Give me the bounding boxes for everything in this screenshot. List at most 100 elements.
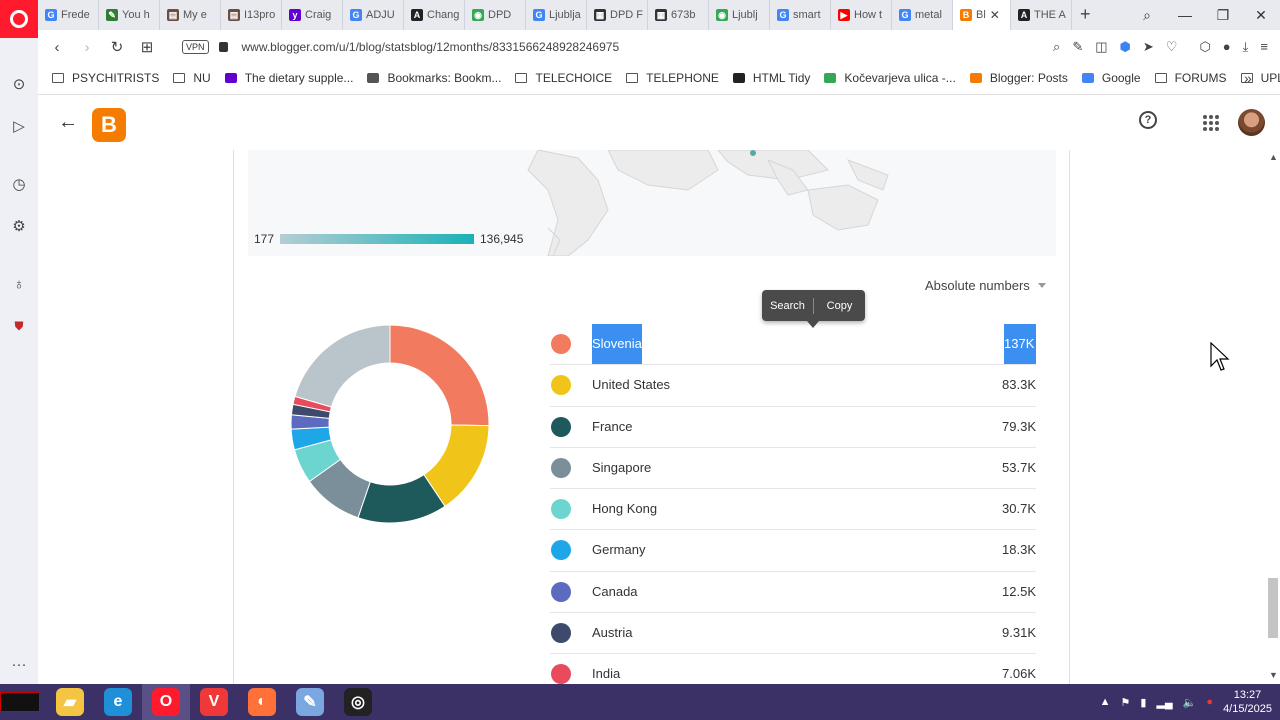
bookmark-item[interactable]: Google bbox=[1081, 71, 1141, 85]
country-row[interactable]: Slovenia 137K bbox=[550, 324, 1036, 366]
tab-15[interactable]: B Bl ✕ bbox=[953, 0, 1011, 30]
menu-icon[interactable]: ≡ bbox=[1260, 39, 1268, 55]
country-row[interactable]: United States 83.3K bbox=[550, 365, 1036, 407]
download-icon[interactable]: ⤓ bbox=[1243, 39, 1249, 55]
speed-dial-icon[interactable]: ⊞ bbox=[132, 38, 162, 56]
bookmark-item[interactable]: The dietary supple... bbox=[224, 71, 353, 85]
taskbar-app[interactable]: V bbox=[190, 684, 238, 720]
tab-2[interactable]: ▤ My e bbox=[160, 0, 221, 30]
tab-4[interactable]: y Craig bbox=[282, 0, 343, 30]
tab-9[interactable]: ▦ DPD F bbox=[587, 0, 648, 30]
tab-13[interactable]: ▶ How t bbox=[831, 0, 892, 30]
more-icon[interactable]: ··· bbox=[9, 654, 29, 674]
vpn-badge[interactable]: VPN bbox=[182, 40, 209, 54]
clock[interactable]: 13:27 4/15/2025 bbox=[1223, 688, 1272, 716]
donut-slice-other[interactable] bbox=[294, 324, 391, 408]
tab-6[interactable]: A Chang bbox=[404, 0, 465, 30]
send-icon[interactable]: ▷ bbox=[9, 116, 29, 136]
view-mode-dropdown[interactable]: Absolute numbers bbox=[925, 278, 1046, 293]
bookmark-item[interactable]: PSYCHITRISTS bbox=[52, 71, 159, 85]
lightbulb-icon[interactable]: ♁ bbox=[9, 274, 29, 294]
bookmark-item[interactable]: NU bbox=[173, 71, 211, 85]
tab-11[interactable]: ◉ Ljublj bbox=[709, 0, 770, 30]
taskbar-app[interactable]: ◐ bbox=[238, 684, 286, 720]
bookmark-item[interactable]: HTML Tidy bbox=[732, 71, 810, 85]
country-row[interactable]: Canada 12.5K bbox=[550, 572, 1036, 614]
url-field[interactable]: www.blogger.com/u/1/blog/statsblog/12mon… bbox=[242, 40, 620, 54]
country-value: 30.7K bbox=[1002, 501, 1036, 517]
country-row[interactable]: Singapore 53.7K bbox=[550, 448, 1036, 490]
country-row[interactable]: India 7.06K bbox=[550, 654, 1036, 684]
taskbar-app[interactable]: e bbox=[94, 684, 142, 720]
tab-1[interactable]: ✎ You h bbox=[99, 0, 160, 30]
close-tab-icon[interactable]: ✕ bbox=[990, 8, 1000, 22]
bookmark-item[interactable]: Bookmarks: Bookm... bbox=[367, 71, 501, 85]
tab-12[interactable]: Gsmart bbox=[770, 0, 831, 30]
country-row[interactable]: Hong Kong 30.7K bbox=[550, 489, 1036, 531]
close-window-button[interactable]: ✕ bbox=[1242, 0, 1280, 30]
start-thumbnail[interactable] bbox=[0, 692, 40, 712]
minimize-button[interactable]: — bbox=[1166, 0, 1204, 30]
restore-button[interactable]: ❐ bbox=[1204, 0, 1242, 30]
scroll-thumb[interactable] bbox=[1268, 578, 1278, 638]
search-tabs-icon[interactable]: ⌕ bbox=[1128, 0, 1166, 30]
player-icon[interactable]: ⊙ bbox=[9, 74, 29, 94]
reload-button[interactable]: ↻ bbox=[102, 38, 132, 56]
scroll-down-icon[interactable]: ▼ bbox=[1269, 670, 1278, 680]
page-scrollbar[interactable]: ▲ ▼ bbox=[1266, 150, 1280, 684]
flag-icon[interactable]: ⚑ bbox=[1121, 696, 1131, 709]
country-row[interactable]: France 79.3K bbox=[550, 407, 1036, 448]
country-row[interactable]: Austria 9.31K bbox=[550, 613, 1036, 655]
battery-icon[interactable]: ▮ bbox=[1140, 696, 1146, 709]
history-icon[interactable]: ◷ bbox=[9, 174, 29, 194]
taskbar-app[interactable]: ◎ bbox=[334, 684, 382, 720]
bookmark-item[interactable]: FORUMS bbox=[1154, 71, 1227, 85]
bookmark-item[interactable]: TELEPHONE bbox=[626, 71, 719, 85]
bookmark-item[interactable]: Blogger: Posts bbox=[969, 71, 1068, 85]
avatar[interactable] bbox=[1238, 109, 1265, 136]
forward-button[interactable]: › bbox=[72, 39, 102, 56]
heart-icon[interactable]: ♡ bbox=[1166, 39, 1178, 55]
shield-icon[interactable]: ⬢ bbox=[1120, 39, 1131, 55]
profile-icon[interactable]: ● bbox=[1223, 39, 1231, 55]
tab-label: How t bbox=[854, 9, 883, 21]
opera-menu-button[interactable] bbox=[0, 0, 38, 38]
bookmark-item[interactable]: Kočevarjeva ulica -... bbox=[824, 71, 956, 85]
tab-8[interactable]: G Ljublja bbox=[526, 0, 587, 30]
tab-5[interactable]: G ADJU bbox=[343, 0, 404, 30]
edit-icon[interactable]: ✎ bbox=[1072, 39, 1083, 55]
search-option[interactable]: Search bbox=[762, 300, 813, 312]
tab-7[interactable]: ◉ DPD bbox=[465, 0, 526, 30]
taskbar-app[interactable]: ▰ bbox=[46, 684, 94, 720]
tab-10[interactable]: ▦ 673b bbox=[648, 0, 709, 30]
bookmark-item[interactable]: TELECHOICE bbox=[515, 71, 612, 85]
blogger-logo[interactable]: B bbox=[92, 108, 126, 142]
zoom-icon[interactable]: ⌕ bbox=[1053, 39, 1060, 55]
taskbar-app[interactable]: ✎ bbox=[286, 684, 334, 720]
network-icon[interactable]: ▂▄ bbox=[1156, 696, 1172, 709]
google-apps-icon[interactable] bbox=[1203, 115, 1219, 131]
taskbar-app[interactable]: O bbox=[142, 684, 190, 720]
bookmarks-more-icon[interactable]: » bbox=[1244, 70, 1258, 86]
tab-14[interactable]: Gmetal bbox=[892, 0, 953, 30]
lock-icon[interactable] bbox=[218, 42, 228, 52]
scroll-up-icon[interactable]: ▲ bbox=[1269, 152, 1278, 162]
help-icon[interactable]: ? bbox=[1139, 111, 1157, 129]
copy-option[interactable]: Copy bbox=[814, 300, 865, 312]
ublock-icon[interactable]: ⛊ bbox=[9, 316, 29, 336]
settings-icon[interactable]: ⚙ bbox=[9, 216, 29, 236]
tab-0[interactable]: G Frede bbox=[38, 0, 99, 30]
volume-icon[interactable]: 🔈 bbox=[1183, 696, 1197, 709]
antivirus-icon[interactable]: ● bbox=[1206, 696, 1213, 708]
tray-expand-icon[interactable]: ▲ bbox=[1100, 696, 1111, 708]
tab-16[interactable]: A THE A bbox=[1011, 0, 1072, 30]
send-icon[interactable]: ➤ bbox=[1143, 39, 1154, 55]
back-arrow-icon[interactable]: ← bbox=[58, 111, 78, 134]
tab-3[interactable]: ▤ I13pro bbox=[221, 0, 282, 30]
cube-icon[interactable]: ⬡ bbox=[1199, 39, 1210, 55]
new-tab-button[interactable]: + bbox=[1080, 4, 1091, 25]
donut-slice-slovenia[interactable] bbox=[389, 324, 490, 427]
country-row[interactable]: Germany 18.3K bbox=[550, 530, 1036, 572]
back-button[interactable]: ‹ bbox=[42, 39, 72, 56]
camera-icon[interactable]: ◫ bbox=[1095, 39, 1107, 55]
